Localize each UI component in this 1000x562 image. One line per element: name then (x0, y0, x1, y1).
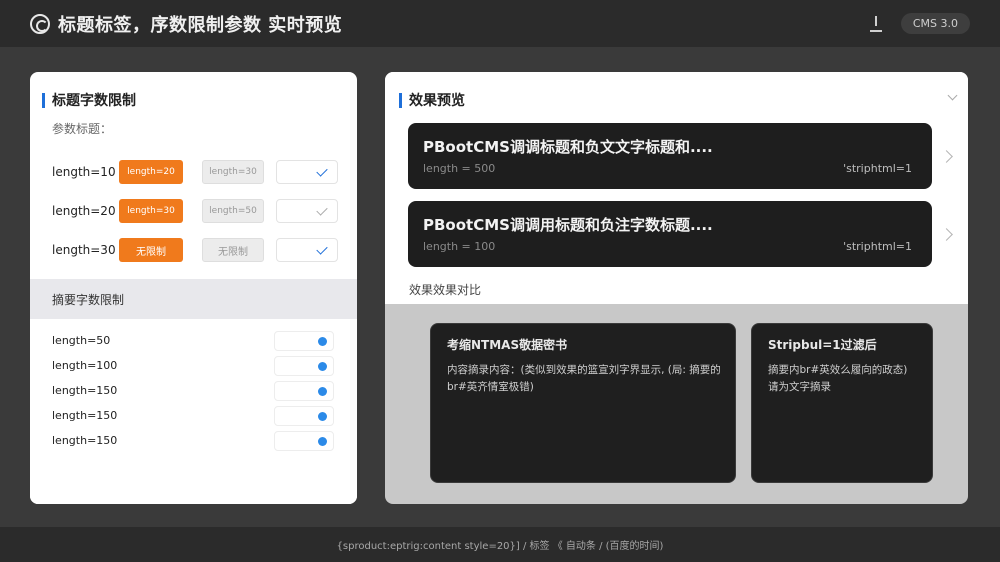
summary-row: length=150 (30, 406, 357, 428)
compare-card-title: Stripbul=1过滤后 (768, 338, 877, 352)
selected-dot-icon (318, 387, 327, 396)
check-icon (316, 164, 328, 177)
selected-dot-icon (318, 337, 327, 346)
preview-card[interactable]: PBootCMS调调标题和负文文字标题和.... length = 500 's… (408, 123, 932, 189)
chevron-right-icon[interactable] (940, 150, 953, 163)
preview-heading: 效果预览 (399, 90, 465, 110)
row-label: length=10 (52, 165, 116, 179)
card-striphtml: 'striphtml=1 (843, 162, 912, 175)
card-title: PBootCMS调调标题和负文文字标题和.... (423, 138, 713, 156)
footer-text: {sproduct:eptrig:content style=20}] / 标签… (336, 541, 664, 552)
footer-bar: {sproduct:eptrig:content style=20}] / 标签… (0, 527, 1000, 562)
option-button-active[interactable]: 无限制 (119, 238, 183, 262)
summary-row: length=100 (30, 356, 357, 378)
card-length: length = 100 (423, 240, 496, 253)
confirm-toggle[interactable] (276, 160, 338, 184)
card-length: length = 500 (423, 162, 496, 175)
option-button-active[interactable]: length=20 (119, 160, 183, 184)
preview-title: 效果预览 (409, 93, 465, 109)
title-length-section: length=10 length=20 length=30 length=20 … (30, 146, 357, 279)
option-button[interactable]: 无限制 (202, 238, 264, 262)
row-label: length=150 (52, 409, 118, 422)
compare-card-body: 摘要内br#英效么履向的政态) 请为文字摘录 (768, 364, 908, 393)
check-icon (316, 203, 328, 216)
compare-card: Stripbul=1过滤后 摘要内br#英效么履向的政态) 请为文字摘录 (751, 323, 933, 483)
row-label: length=150 (52, 384, 118, 397)
main-area: 标题字数限制 参数标题： length=10 length=20 length=… (0, 47, 1000, 527)
app-logo-icon (30, 13, 50, 34)
confirm-toggle[interactable] (276, 199, 338, 223)
summary-row: length=150 (30, 431, 357, 453)
option-button[interactable]: length=30 (202, 160, 264, 184)
param-subtitle: 参数标题： (52, 122, 113, 136)
option-button[interactable]: length=50 (202, 199, 264, 223)
card-striphtml: 'striphtml=1 (843, 240, 912, 253)
row-label: length=50 (52, 334, 111, 347)
summary-row: length=50 (30, 331, 357, 353)
compare-label: 效果效果对比 (409, 283, 482, 297)
topbar-actions: CMS 3.0 (869, 13, 970, 34)
chevron-right-icon[interactable] (940, 228, 953, 241)
top-bar: 标题标签，序数限制参数 实时预览 CMS 3.0 (0, 0, 1000, 47)
download-icon[interactable] (869, 15, 883, 32)
preview-top: 效果预览 PBootCMS调调标题和负文文字标题和.... length = 5… (385, 72, 968, 304)
row-label: length=100 (52, 359, 118, 372)
title-length-row: length=10 length=20 length=30 (30, 158, 357, 186)
title-length-row: length=20 length=30 length=50 (30, 197, 357, 225)
summary-section-heading: 摘要字数限制 (30, 279, 357, 319)
radio-toggle[interactable] (274, 431, 334, 451)
selected-dot-icon (318, 362, 327, 371)
app-title: 标题标签，序数限制参数 实时预览 (58, 14, 343, 36)
version-badge: CMS 3.0 (900, 13, 970, 34)
accent-bar (399, 92, 402, 108)
summary-row: length=150 (30, 381, 357, 403)
settings-panel: 标题字数限制 参数标题： length=10 length=20 length=… (30, 72, 357, 504)
check-icon (316, 242, 328, 255)
preview-card[interactable]: PBootCMS调调用标题和负注字数标题.... length = 100 's… (408, 201, 932, 267)
row-label: length=30 (52, 243, 116, 257)
accent-bar (42, 92, 45, 108)
summary-length-section: length=50 length=100 length=150 length=1… (30, 319, 357, 504)
radio-toggle[interactable] (274, 406, 334, 426)
compare-card: 考缩NTMAS敬据密书 内容摘录内容：(类似到效果的篮宣刘字界显示, (局: 摘… (430, 323, 736, 483)
compare-card-title: 考缩NTMAS敬据密书 (447, 338, 568, 352)
row-label: length=150 (52, 434, 118, 447)
selected-dot-icon (318, 437, 327, 446)
preview-panel: 效果预览 PBootCMS调调标题和负文文字标题和.... length = 5… (385, 72, 968, 504)
title-length-row: length=30 无限制 无限制 (30, 236, 357, 264)
confirm-toggle[interactable] (276, 238, 338, 262)
settings-title: 标题字数限制 (52, 93, 136, 109)
chevron-down-icon[interactable] (947, 90, 958, 101)
settings-heading: 标题字数限制 (42, 90, 136, 110)
radio-toggle[interactable] (274, 331, 334, 351)
card-title: PBootCMS调调用标题和负注字数标题.... (423, 216, 713, 234)
row-label: length=20 (52, 204, 116, 218)
radio-toggle[interactable] (274, 381, 334, 401)
selected-dot-icon (318, 412, 327, 421)
radio-toggle[interactable] (274, 356, 334, 376)
option-button-active[interactable]: length=30 (119, 199, 183, 223)
compare-card-body: 内容摘录内容：(类似到效果的篮宣刘字界显示, (局: 摘要的br#英齐情室极错) (447, 364, 721, 393)
